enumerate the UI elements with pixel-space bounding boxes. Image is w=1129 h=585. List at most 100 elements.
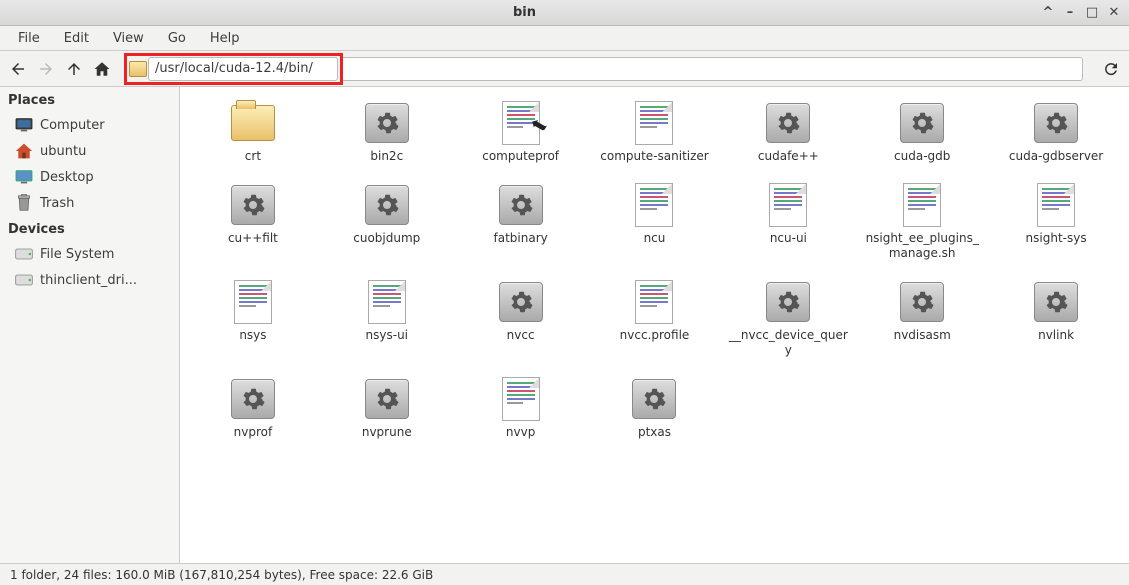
file-label: nsys: [239, 328, 266, 342]
sidebar-item-desktop[interactable]: Desktop: [0, 164, 179, 190]
file-icon: [361, 377, 413, 421]
file-label: nvcc.profile: [620, 328, 690, 342]
file-item[interactable]: nvcc: [456, 276, 586, 361]
menu-help[interactable]: Help: [200, 28, 250, 49]
up-button[interactable]: [62, 57, 86, 81]
file-item[interactable]: ncu: [590, 179, 720, 264]
file-item[interactable]: ncu-ui: [723, 179, 853, 264]
file-grid: crtbin2c➦computeprofcompute-sanitizercud…: [188, 97, 1121, 443]
file-label: cu++filt: [228, 231, 278, 245]
file-item[interactable]: cudafe++: [723, 97, 853, 167]
path-highlight: /usr/local/cuda-12.4/bin/: [124, 53, 343, 85]
file-label: nvprof: [234, 425, 273, 439]
file-label: nsight-sys: [1026, 231, 1087, 245]
home-icon: [93, 60, 111, 78]
pathbar-wrap: /usr/local/cuda-12.4/bin/: [124, 53, 1083, 85]
file-icon: [628, 377, 680, 421]
sidebar-item-filesystem[interactable]: File System: [0, 241, 179, 267]
toolbar: /usr/local/cuda-12.4/bin/: [0, 51, 1129, 87]
file-item[interactable]: nsight-sys: [991, 179, 1121, 264]
file-icon: [628, 280, 680, 324]
close-button[interactable]: ✕: [1107, 5, 1121, 20]
file-item[interactable]: ➦ computeprof: [456, 97, 586, 167]
file-label: ncu: [644, 231, 666, 245]
folder-icon: [129, 61, 147, 77]
file-item[interactable]: cuda-gdbserver: [991, 97, 1121, 167]
menubar: File Edit View Go Help: [0, 26, 1129, 51]
menu-file[interactable]: File: [8, 28, 50, 49]
file-label: nsys-ui: [366, 328, 408, 342]
file-item[interactable]: __nvcc_device_query: [723, 276, 853, 361]
back-button[interactable]: [6, 57, 30, 81]
file-icon: [495, 280, 547, 324]
file-item[interactable]: crt: [188, 97, 318, 167]
sidebar-item-ubuntu[interactable]: ubuntu: [0, 138, 179, 164]
arrow-left-icon: [9, 60, 27, 78]
file-icon: ➦: [495, 101, 547, 145]
reload-icon: [1102, 60, 1120, 78]
file-label: nvcc: [507, 328, 535, 342]
main-area: Places Computer ubuntu Desktop: [0, 87, 1129, 563]
maximize-button[interactable]: □: [1085, 5, 1099, 20]
file-label: nvvp: [506, 425, 535, 439]
file-pane[interactable]: crtbin2c➦computeprofcompute-sanitizercud…: [180, 87, 1129, 563]
file-item[interactable]: cu++filt: [188, 179, 318, 264]
file-item[interactable]: nvprof: [188, 373, 318, 443]
sidebar-item-label: thinclient_dri...: [40, 273, 137, 288]
home-button[interactable]: [90, 57, 114, 81]
file-icon: [1030, 280, 1082, 324]
file-item[interactable]: compute-sanitizer: [590, 97, 720, 167]
rollup-button[interactable]: ^: [1041, 5, 1055, 20]
file-item[interactable]: cuda-gdb: [857, 97, 987, 167]
file-icon: [361, 183, 413, 227]
trash-icon: [14, 194, 34, 212]
menu-edit[interactable]: Edit: [54, 28, 99, 49]
file-item[interactable]: nvdisasm: [857, 276, 987, 361]
file-item[interactable]: nsys: [188, 276, 318, 361]
file-label: cuda-gdb: [894, 149, 950, 163]
menu-go[interactable]: Go: [158, 28, 196, 49]
file-item[interactable]: bin2c: [322, 97, 452, 167]
file-item[interactable]: nvcc.profile: [590, 276, 720, 361]
desktop-icon: [14, 168, 34, 186]
file-label: computeprof: [482, 149, 559, 163]
path-input-extra[interactable]: [343, 57, 1083, 81]
file-icon: [227, 280, 279, 324]
file-label: cuobjdump: [353, 231, 420, 245]
reload-button[interactable]: [1099, 57, 1123, 81]
file-item[interactable]: nsight_ee_plugins_manage.sh: [857, 179, 987, 264]
file-item[interactable]: cuobjdump: [322, 179, 452, 264]
menu-view[interactable]: View: [103, 28, 154, 49]
drive-icon: [14, 245, 34, 263]
path-input[interactable]: /usr/local/cuda-12.4/bin/: [148, 57, 338, 81]
sidebar-item-thinclient[interactable]: thinclient_dri...: [0, 267, 179, 293]
file-item[interactable]: nvprune: [322, 373, 452, 443]
monitor-icon: [14, 116, 34, 134]
forward-button[interactable]: [34, 57, 58, 81]
file-label: crt: [245, 149, 261, 163]
file-item[interactable]: ptxas: [590, 373, 720, 443]
file-icon: [762, 101, 814, 145]
file-icon: [896, 183, 948, 227]
file-label: nsight_ee_plugins_manage.sh: [862, 231, 982, 260]
file-item[interactable]: nsys-ui: [322, 276, 452, 361]
file-label: nvdisasm: [894, 328, 951, 342]
sidebar-item-label: Desktop: [40, 170, 94, 185]
statusbar: 1 folder, 24 files: 160.0 MiB (167,810,2…: [0, 563, 1129, 585]
file-label: fatbinary: [494, 231, 548, 245]
file-item[interactable]: fatbinary: [456, 179, 586, 264]
file-label: nvprune: [362, 425, 412, 439]
titlebar: bin ^ – □ ✕: [0, 0, 1129, 26]
drive-icon: [14, 271, 34, 289]
sidebar-item-label: ubuntu: [40, 144, 86, 159]
file-icon: [762, 183, 814, 227]
sidebar-item-computer[interactable]: Computer: [0, 112, 179, 138]
file-item[interactable]: nvlink: [991, 276, 1121, 361]
file-icon: [896, 280, 948, 324]
minimize-button[interactable]: –: [1063, 5, 1077, 20]
sidebar-item-trash[interactable]: Trash: [0, 190, 179, 216]
file-icon: [361, 280, 413, 324]
file-icon: [227, 183, 279, 227]
file-item[interactable]: nvvp: [456, 373, 586, 443]
file-icon: [1030, 183, 1082, 227]
